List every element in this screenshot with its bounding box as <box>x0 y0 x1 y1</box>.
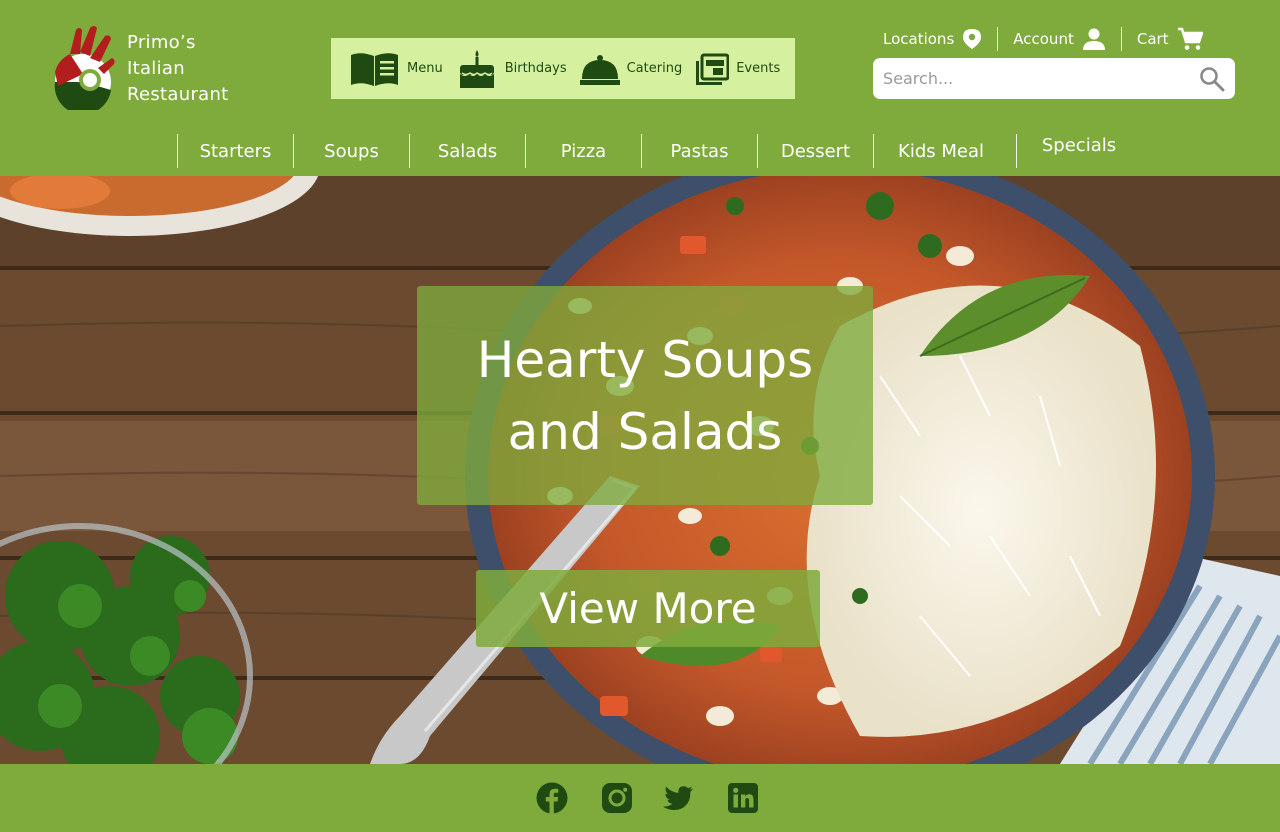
brand-logo[interactable]: Primo’s Italian Restaurant <box>50 24 240 110</box>
linkedin-icon[interactable] <box>727 782 759 814</box>
category-pastas[interactable]: Pastas <box>642 134 757 168</box>
view-more-button[interactable]: View More <box>476 570 820 647</box>
site-header: Primo’s Italian Restaurant Menu Birthday… <box>0 0 1280 126</box>
category-nav: Starters Soups Salads Pizza Pastas Desse… <box>0 126 1280 176</box>
account-link[interactable]: Account <box>1013 27 1106 51</box>
divider <box>997 27 999 51</box>
user-icon <box>1082 28 1105 50</box>
twitter-icon[interactable] <box>662 782 694 814</box>
category-pizza[interactable]: Pizza <box>526 134 641 168</box>
category-specials[interactable]: Specials <box>1017 128 1141 162</box>
cart-label: Cart <box>1136 30 1169 48</box>
category-kids-meal[interactable]: Kids Meal <box>874 134 1008 168</box>
cart-link[interactable]: Cart <box>1137 27 1203 51</box>
hero-title-line: Hearty Soups <box>476 330 814 389</box>
locations-link[interactable]: Locations <box>883 28 982 50</box>
promo-link-label: Catering <box>626 61 683 76</box>
promo-links-bar: Menu Birthdays Catering Events <box>331 38 795 99</box>
category-salads[interactable]: Salads <box>410 134 525 168</box>
site-footer <box>0 764 1280 832</box>
birthday-cake-icon <box>459 49 494 88</box>
category-dessert[interactable]: Dessert <box>758 134 873 168</box>
hand-ok-logo-icon <box>54 26 115 110</box>
divider <box>1120 27 1122 51</box>
search-input[interactable] <box>883 69 1193 88</box>
brand-name-line: Italian <box>127 58 185 79</box>
hero-banner: Hearty Soups and Salads View More <box>0 176 1280 764</box>
promo-link-birthdays[interactable]: Birthdays <box>456 48 567 90</box>
promo-link-label: Events <box>736 61 781 76</box>
search-icon[interactable] <box>1199 66 1225 92</box>
events-calendar-icon <box>696 53 730 85</box>
brand-name: Primo’s Italian Restaurant <box>127 30 229 108</box>
hero-headline-card: Hearty Soups and Salads <box>417 286 873 505</box>
hero-title-line: and Salads <box>507 402 783 461</box>
menu-book-icon <box>351 52 398 86</box>
promo-link-catering[interactable]: Catering <box>579 52 683 86</box>
facebook-icon[interactable] <box>536 782 568 814</box>
promo-link-menu[interactable]: Menu <box>349 51 443 87</box>
brand-name-line: Primo’s <box>127 32 196 53</box>
hero-title: Hearty Soups and Salads <box>477 324 813 468</box>
cart-icon <box>1177 27 1203 50</box>
category-soups[interactable]: Soups <box>294 134 409 168</box>
cloche-icon <box>579 54 620 85</box>
promo-link-events[interactable]: Events <box>695 52 780 86</box>
promo-link-label: Birthdays <box>504 61 567 76</box>
category-starters[interactable]: Starters <box>178 134 293 168</box>
search-box <box>873 58 1235 99</box>
locations-label: Locations <box>883 30 955 48</box>
account-label: Account <box>1013 30 1074 48</box>
instagram-icon[interactable] <box>601 782 633 814</box>
promo-link-label: Menu <box>407 61 443 76</box>
utility-links: Locations Account Cart <box>883 26 1203 52</box>
brand-name-line: Restaurant <box>127 84 229 105</box>
location-pin-icon <box>963 29 982 49</box>
